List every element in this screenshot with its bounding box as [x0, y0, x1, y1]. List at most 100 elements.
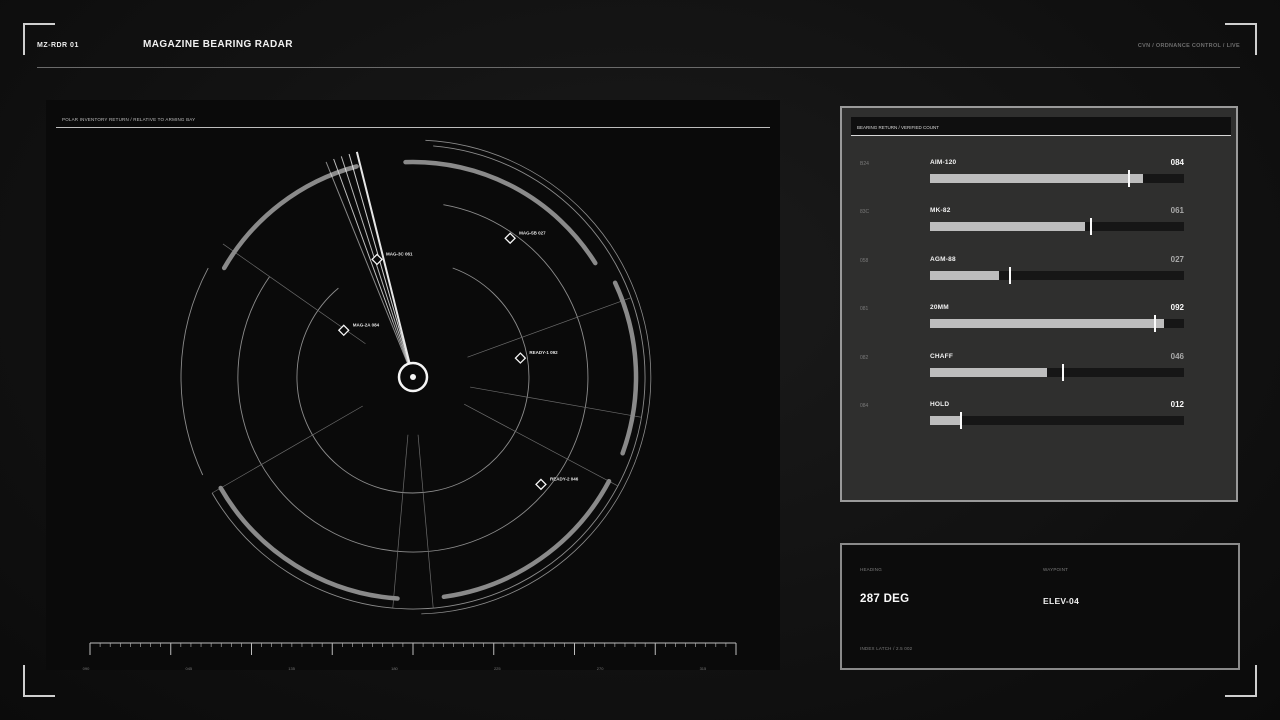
inventory-row[interactable]: B24 AIM-120 084 — [842, 156, 1236, 196]
bearing-spoke — [211, 405, 363, 494]
contact-marker[interactable]: MAG-3C 061 — [371, 251, 413, 266]
frame-corner-top-left — [23, 23, 55, 55]
row-name: MK-82 — [930, 207, 951, 215]
contact-diamond-icon — [337, 324, 350, 337]
contact-diamond-icon — [535, 478, 547, 491]
row-count: 027 — [1170, 254, 1184, 264]
radar-center-dot — [410, 374, 416, 380]
row-count: 046 — [1170, 351, 1184, 361]
count-bar-fill — [930, 416, 961, 425]
count-bar-track — [930, 315, 1184, 333]
count-bar-fill — [930, 270, 999, 280]
row-code: B24 — [860, 161, 869, 167]
header-divider — [37, 67, 1240, 68]
contact-marker[interactable]: MAG-2A 084 — [337, 322, 380, 337]
count-bar-marker — [1153, 315, 1156, 333]
outer-ring — [421, 139, 652, 615]
count-bar-track — [930, 218, 1184, 236]
contact-label: READY-1 092 — [529, 350, 558, 355]
sector-arc — [218, 485, 400, 601]
count-bar-fill — [930, 174, 1144, 183]
inventory-row[interactable]: 081 20MM 092 — [842, 301, 1236, 341]
context-breadcrumb: CVN / ORDNANCE CONTROL / LIVE — [1137, 43, 1240, 49]
count-bar-track — [930, 266, 1184, 284]
row-code: 83C — [860, 209, 870, 216]
row-code: 082 — [860, 354, 869, 361]
count-bar-marker — [1090, 218, 1093, 236]
inventory-panel: BEARING RETURN / VERIFIED COUNT B24 AIM-1… — [840, 106, 1238, 502]
count-bar-fill — [930, 222, 1085, 232]
row-count: 012 — [1170, 400, 1184, 409]
frame-corner-top-right — [1225, 23, 1257, 55]
bearing-spoke — [470, 386, 642, 418]
scale-label: 270 — [597, 666, 604, 670]
inventory-header: BEARING RETURN / VERIFIED COUNT — [851, 117, 1231, 136]
scale-label: 315 — [700, 666, 707, 670]
row-name: HOLD — [930, 401, 950, 408]
range-ring — [180, 267, 209, 476]
radar-contacts: MAG-3C 061 MAG-5B 027 MAG-2A 084 READY-1 09… — [337, 230, 579, 491]
count-bar-track — [930, 412, 1184, 429]
contact-marker[interactable]: READY-1 092 — [514, 350, 558, 364]
sector-arc — [403, 159, 598, 266]
row-count: 092 — [1170, 303, 1184, 313]
waypoint-label: WAYPOINT — [1043, 567, 1069, 572]
row-name: AIM-120 — [930, 159, 957, 166]
row-code: 081 — [860, 306, 869, 313]
contact-marker[interactable]: READY-2 046 — [535, 476, 579, 491]
sweep-line — [325, 161, 414, 378]
count-bar-marker — [1128, 170, 1131, 187]
inventory-row[interactable]: 058 AGM-88 027 — [842, 253, 1236, 293]
row-name: 20MM — [930, 304, 949, 312]
scale-label: 135 — [288, 666, 295, 670]
heading-label: HEADING — [860, 567, 882, 572]
radar-grid — [180, 139, 652, 615]
scale-label: 225 — [494, 666, 501, 670]
inventory-title: BEARING RETURN / VERIFIED COUNT — [857, 125, 940, 130]
bearing-spoke — [464, 403, 619, 487]
count-bar-fill — [930, 319, 1164, 329]
navigation-panel: HEADING 287 DEG WAYPOINT ELEV-04 INDEX L… — [840, 543, 1240, 670]
row-name: AGM-88 — [930, 255, 956, 263]
contact-label: MAG-3C 061 — [386, 251, 413, 256]
page-title: MAGAZINE BEARING RADAR — [143, 39, 293, 50]
sector-arc — [221, 164, 359, 271]
bearing-spoke — [467, 297, 632, 358]
inventory-row[interactable]: 83C MK-82 061 — [842, 204, 1236, 244]
bearing-spoke — [392, 434, 409, 609]
bearing-scale: 090045135180225270315360 — [83, 642, 737, 670]
scale-label: 180 — [391, 666, 398, 670]
contact-label: MAG-5B 027 — [519, 230, 546, 235]
radar-scope[interactable]: MAG-3C 061 MAG-5B 027 MAG-2A 084 READY-1 09… — [46, 100, 780, 670]
sweep-line — [348, 153, 414, 378]
system-code: MZ-RDR 01 — [37, 42, 79, 49]
radar-panel: POLAR INVENTORY RETURN / RELATIVE TO ARM… — [46, 100, 780, 670]
inventory-row[interactable]: 082 CHAFF 046 — [842, 350, 1236, 390]
contact-label: MAG-2A 084 — [353, 322, 380, 327]
heading-value: 287 DEG — [860, 593, 910, 605]
row-name: CHAFF — [930, 352, 954, 360]
contact-label: READY-2 046 — [550, 476, 579, 481]
scale-label: 045 — [185, 666, 192, 670]
count-bar-fill — [930, 367, 1047, 377]
row-count: 061 — [1170, 206, 1184, 216]
index-latch: INDEX LATCH / 2.5 002 — [860, 646, 913, 651]
count-bar-marker — [1008, 266, 1011, 284]
inventory-row[interactable]: 084 HOLD 012 — [842, 398, 1236, 438]
count-bar-track — [930, 363, 1184, 381]
row-count: 084 — [1170, 158, 1184, 167]
sweep-line — [340, 156, 414, 378]
waypoint-value: ELEV-04 — [1043, 596, 1080, 606]
count-bar-marker — [960, 412, 963, 429]
count-bar-track — [930, 170, 1184, 187]
bearing-spoke — [417, 434, 434, 609]
sweep-line — [333, 158, 414, 378]
count-bar-marker — [1062, 363, 1065, 381]
contact-diamond-icon — [514, 352, 527, 364]
scale-label: 090 — [83, 666, 90, 670]
range-ring — [211, 145, 646, 610]
contact-diamond-icon — [504, 232, 517, 245]
row-code: 084 — [860, 403, 869, 409]
row-code: 058 — [860, 257, 869, 264]
sector-arc — [612, 280, 639, 456]
